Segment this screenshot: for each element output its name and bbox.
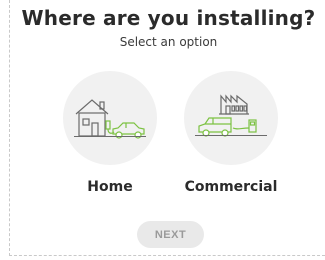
page-subtitle: Select an option <box>119 35 218 49</box>
option-commercial-label[interactable]: Commercial <box>185 179 278 195</box>
next-button[interactable]: NEXT <box>137 221 204 248</box>
option-home[interactable]: Home <box>62 71 158 195</box>
page-title: Where are you installing? <box>21 6 316 30</box>
option-commercial[interactable]: Commercial <box>183 71 279 195</box>
option-home-circle[interactable] <box>63 71 157 165</box>
house-car-charger-icon <box>74 99 146 139</box>
option-commercial-circle[interactable] <box>184 71 278 165</box>
factory-van-charger-icon <box>195 94 267 137</box>
dashed-frame-bottom <box>9 255 325 256</box>
option-home-label[interactable]: Home <box>87 179 132 195</box>
